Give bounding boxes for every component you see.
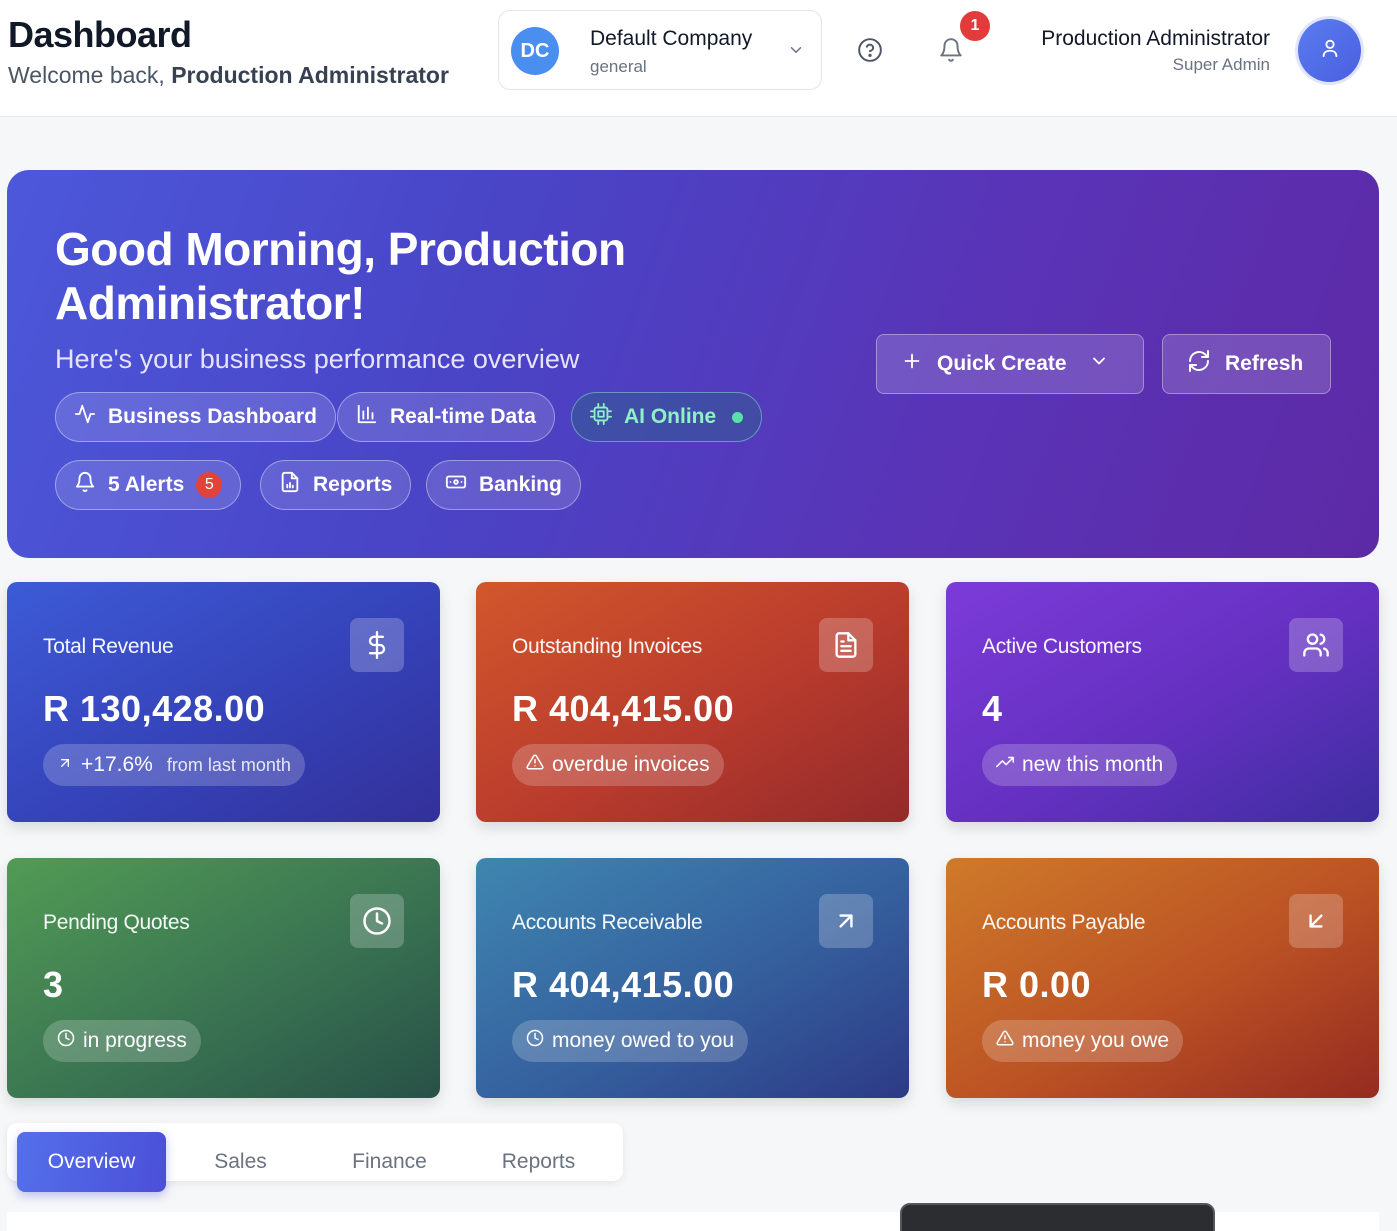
accounts-receivable-card[interactable]: Accounts Receivable R 404,415.00 money o… xyxy=(476,858,909,1098)
business-dashboard-chip[interactable]: Business Dashboard xyxy=(55,392,336,442)
company-switcher[interactable]: DC Default Company general xyxy=(498,10,822,90)
ai-online-indicator xyxy=(732,411,744,423)
arrow-up-right-icon xyxy=(819,894,873,948)
refresh-label: Refresh xyxy=(1225,352,1304,375)
company-avatar: DC xyxy=(511,27,559,75)
chevron-down-icon xyxy=(787,41,805,64)
top-header: Dashboard Welcome back, Production Admin… xyxy=(0,0,1397,117)
user-icon xyxy=(1319,37,1341,64)
realtime-data-chip[interactable]: Real-time Data xyxy=(337,392,555,442)
help-circle-icon[interactable] xyxy=(857,37,883,68)
arrow-up-right-icon xyxy=(57,753,73,777)
alert-triangle-icon xyxy=(996,1029,1014,1053)
stat-change: +17.6% xyxy=(81,753,153,776)
refresh-icon xyxy=(1187,349,1211,379)
hero-subtitle: Here's your business performance overvie… xyxy=(55,344,580,374)
quick-create-button[interactable]: Quick Create xyxy=(876,334,1144,394)
banknote-icon xyxy=(445,471,467,499)
stat-label: Total Revenue xyxy=(43,635,174,658)
stat-value: R 404,415.00 xyxy=(512,964,735,1005)
chevron-down-icon xyxy=(1089,351,1109,377)
file-text-icon xyxy=(819,618,873,672)
outstanding-invoices-card[interactable]: Outstanding Invoices R 404,415.00 overdu… xyxy=(476,582,909,822)
hero-greeting: Good Morning, Production Administrator! xyxy=(55,223,626,329)
bell-icon[interactable] xyxy=(938,37,964,68)
quick-create-label: Quick Create xyxy=(937,352,1067,375)
active-customers-card[interactable]: Active Customers 4 new this month xyxy=(946,582,1379,822)
stat-label: Active Customers xyxy=(982,635,1142,658)
stat-note: money owed to you xyxy=(552,1029,735,1052)
stat-note-pill: money you owe xyxy=(982,1020,1184,1062)
realtime-data-label: Real-time Data xyxy=(390,405,536,428)
alerts-count-badge: 5 xyxy=(196,472,223,498)
company-name: Default Company xyxy=(590,27,753,50)
banking-chip[interactable]: Banking xyxy=(426,460,581,510)
stat-label: Outstanding Invoices xyxy=(512,635,703,658)
trending-up-icon xyxy=(996,753,1014,777)
ai-status-chip[interactable]: AI Online xyxy=(571,392,763,442)
stat-value: 4 xyxy=(982,688,1003,729)
stat-note: overdue invoices xyxy=(552,753,710,776)
stat-value: R 130,428.00 xyxy=(43,688,266,729)
clock-icon xyxy=(57,1029,75,1053)
user-avatar[interactable] xyxy=(1298,19,1361,82)
tab-finance[interactable]: Finance xyxy=(315,1132,464,1192)
user-name: Production Administrator xyxy=(1041,27,1270,50)
arrow-down-left-icon xyxy=(1289,894,1343,948)
stat-note-pill: in progress xyxy=(43,1020,201,1062)
stat-note-pill: new this month xyxy=(982,744,1178,786)
tab-reports[interactable]: Reports xyxy=(464,1132,613,1192)
stat-note: in progress xyxy=(83,1029,187,1052)
clock-icon xyxy=(526,1029,544,1053)
notification-badge: 1 xyxy=(960,11,990,41)
reports-chip-label: Reports xyxy=(313,473,393,496)
business-dashboard-label: Business Dashboard xyxy=(108,405,317,428)
stat-label: Accounts Receivable xyxy=(512,911,703,934)
welcome-prefix: Welcome back, xyxy=(8,62,165,88)
stat-note-pill: overdue invoices xyxy=(512,744,724,786)
accounts-payable-card[interactable]: Accounts Payable R 0.00 money you owe xyxy=(946,858,1379,1098)
pending-quotes-card[interactable]: Pending Quotes 3 in progress xyxy=(7,858,440,1098)
reports-chip[interactable]: Reports xyxy=(260,460,412,510)
alert-triangle-icon xyxy=(526,753,544,777)
users-icon xyxy=(1289,618,1343,672)
activity-icon xyxy=(74,403,96,431)
bell-icon xyxy=(74,471,96,499)
file-chart-icon xyxy=(279,471,301,499)
page-title: Dashboard xyxy=(8,14,192,55)
stat-change-pill: +17.6% from last month xyxy=(43,744,305,786)
ai-status-label: AI Online xyxy=(624,405,717,428)
welcome-user-name: Production Administrator xyxy=(171,62,449,88)
stat-label: Accounts Payable xyxy=(982,911,1146,934)
total-revenue-card[interactable]: Total Revenue R 130,428.00 +17.6% from l… xyxy=(7,582,440,822)
welcome-message: Welcome back, Production Administrator xyxy=(8,62,449,89)
company-subtitle: general xyxy=(590,57,647,76)
dashboard-tabs: Overview Sales Finance Reports xyxy=(7,1123,623,1192)
dollar-icon xyxy=(350,618,404,672)
alerts-chip[interactable]: 5 Alerts 5 xyxy=(55,460,242,510)
stat-value: 3 xyxy=(43,964,64,1005)
bar-chart-icon xyxy=(356,403,378,431)
tab-overview[interactable]: Overview xyxy=(17,1132,166,1192)
stat-label: Pending Quotes xyxy=(43,911,190,934)
floating-toolbar[interactable] xyxy=(900,1203,1215,1231)
plus-icon xyxy=(901,350,923,378)
stat-value: R 404,415.00 xyxy=(512,688,735,729)
alerts-label: 5 Alerts xyxy=(108,473,185,496)
tab-sales[interactable]: Sales xyxy=(166,1132,315,1192)
banking-label: Banking xyxy=(479,473,562,496)
cpu-icon xyxy=(590,403,612,431)
stat-change-note: from last month xyxy=(166,754,291,775)
stat-value: R 0.00 xyxy=(982,964,1092,1005)
stat-note: new this month xyxy=(1022,753,1164,776)
user-role: Super Admin xyxy=(1172,55,1270,74)
stat-note: money you owe xyxy=(1022,1029,1170,1052)
clock-icon xyxy=(350,894,404,948)
refresh-button[interactable]: Refresh xyxy=(1162,334,1331,394)
stat-note-pill: money owed to you xyxy=(512,1020,749,1062)
